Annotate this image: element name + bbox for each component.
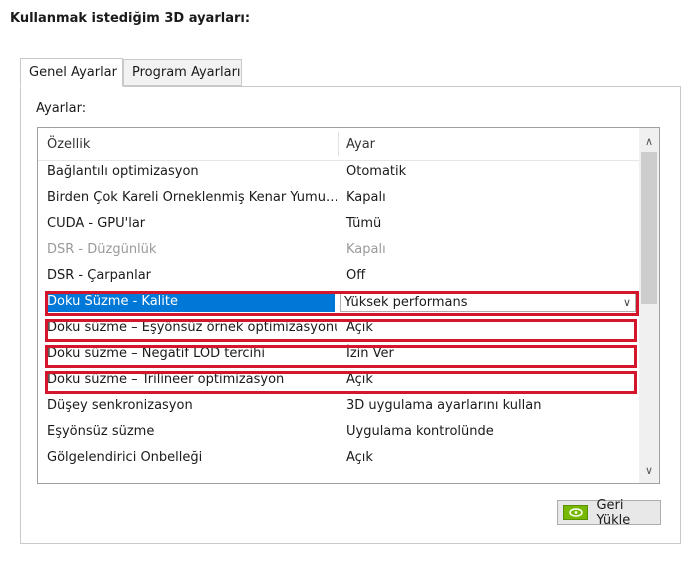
row-property: CUDA - GPU'lar xyxy=(47,216,146,231)
tab-program-settings[interactable]: Program Ayarları xyxy=(123,59,242,86)
column-separator[interactable] xyxy=(338,132,339,156)
row-property: DSR - Çarpanlar xyxy=(47,268,152,283)
row-property: Düşey senkronizasyon xyxy=(47,398,193,413)
table-row[interactable]: Birden Çok Kareli Örneklenmiş Kenar Yumu… xyxy=(38,186,639,212)
row-value: Otomatik xyxy=(346,164,407,179)
row-value: Kapalı xyxy=(346,190,386,205)
column-header-value[interactable]: Ayar xyxy=(346,137,375,152)
column-header-property[interactable]: Özellik xyxy=(47,137,90,152)
list-header: Özellik Ayar xyxy=(38,128,639,161)
scroll-thumb[interactable] xyxy=(641,152,657,304)
row-property: Doku süzme – Trilineer optimizasyon xyxy=(47,372,285,387)
row-value: 3D uygulama ayarlarını kullan xyxy=(346,398,542,413)
row-value: Kapalı xyxy=(346,242,386,257)
row-property: Doku süzme – Eşyönsüz örnek optimizasyon… xyxy=(47,320,337,335)
scroll-up-icon[interactable]: ∧ xyxy=(639,131,659,151)
row-value: İzin Ver xyxy=(346,346,394,361)
restore-button-label: Geri Yükle xyxy=(596,497,631,528)
page-heading: Kullanmak istediğim 3D ayarları: xyxy=(10,11,251,26)
restore-button[interactable]: Geri Yükle xyxy=(557,497,661,528)
table-row: DSR - Düzgünlük Kapalı xyxy=(38,238,639,264)
nvidia-logo-icon xyxy=(563,505,589,520)
table-row[interactable]: Düşey senkronizasyon 3D uygulama ayarlar… xyxy=(38,394,639,420)
row-value: Açık xyxy=(346,320,373,335)
row-value: Açık xyxy=(346,450,373,465)
row-value: Tümü xyxy=(346,216,382,231)
row-property: Doku süzme – Negatif LOD tercihi xyxy=(47,346,266,361)
table-row[interactable]: Doku süzme – Negatif LOD tercihi İzin Ve… xyxy=(38,342,639,368)
table-row-selected[interactable]: Doku Süzme - Kalite Yüksek performans ∨ xyxy=(38,290,639,316)
row-property: Eşyönsüz süzme xyxy=(47,424,155,439)
vertical-scrollbar[interactable]: ∧ ∨ xyxy=(639,128,659,483)
row-value: Off xyxy=(346,268,366,283)
dropdown-selected-value: Yüksek performans xyxy=(344,295,468,310)
row-property: Birden Çok Kareli Örneklenmiş Kenar Yumu… xyxy=(47,190,337,205)
scroll-down-icon[interactable]: ∨ xyxy=(639,460,659,480)
table-row[interactable]: Doku süzme – Eşyönsüz örnek optimizasyon… xyxy=(38,316,639,342)
table-row[interactable]: CUDA - GPU'lar Tümü xyxy=(38,212,639,238)
row-property: DSR - Düzgünlük xyxy=(47,242,157,257)
tab-general-settings[interactable]: Genel Ayarlar xyxy=(20,58,123,87)
row-value: Uygulama kontrolünde xyxy=(346,424,494,439)
row-property: Bağlantılı optimizasyon xyxy=(47,164,199,179)
table-row[interactable]: Doku süzme – Trilineer optimizasyon Açık xyxy=(38,368,639,394)
table-row[interactable]: Gölgelendirici Önbelleği Açık xyxy=(38,446,639,472)
settings-list[interactable]: Özellik Ayar Bağlantılı optimizasyon Oto… xyxy=(37,127,660,484)
table-row[interactable]: Bağlantılı optimizasyon Otomatik xyxy=(38,160,639,186)
table-row[interactable]: Eşyönsüz süzme Uygulama kontrolünde xyxy=(38,420,639,446)
row-property: Gölgelendirici Önbelleği xyxy=(47,450,203,465)
table-row[interactable]: DSR - Çarpanlar Off xyxy=(38,264,639,290)
settings-label: Ayarlar: xyxy=(36,101,87,116)
chevron-down-icon[interactable]: ∨ xyxy=(623,296,631,309)
value-dropdown[interactable]: Yüksek performans ∨ xyxy=(340,292,636,312)
row-property: Doku Süzme - Kalite xyxy=(45,292,335,312)
row-value: Açık xyxy=(346,372,373,387)
